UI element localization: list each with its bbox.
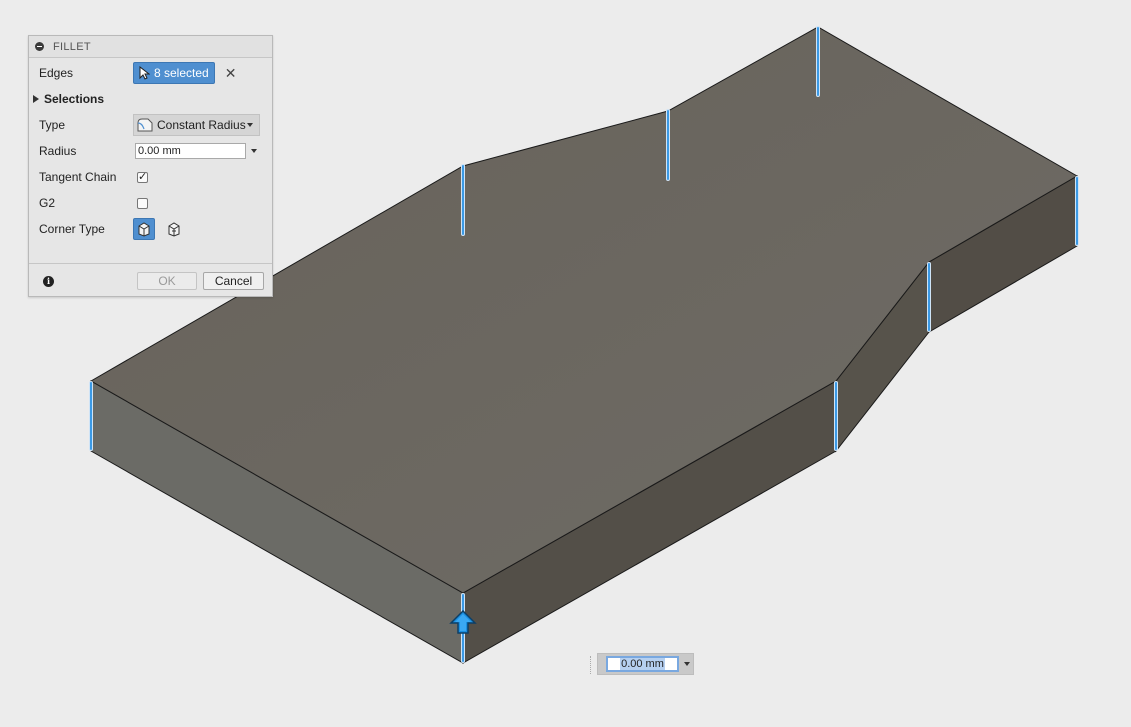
dialog-title: FILLET [53, 40, 91, 53]
expand-triangle-icon[interactable] [33, 95, 39, 103]
setback-corner-icon [168, 222, 180, 237]
drag-grip[interactable] [590, 656, 593, 674]
cursor-icon [139, 66, 150, 80]
dialog-footer: i OK Cancel [29, 263, 272, 297]
dropdown-arrow-icon [247, 123, 253, 127]
floating-dropdown-arrow-icon[interactable] [684, 662, 690, 666]
edges-label: Edges [39, 66, 74, 80]
tangent-chain-label: Tangent Chain [39, 170, 117, 184]
tangent-chain-row: Tangent Chain [29, 166, 272, 188]
setback-corner-button[interactable] [163, 218, 185, 240]
selections-label[interactable]: Selections [44, 92, 104, 106]
dialog-header: FILLET [29, 36, 272, 58]
corner-type-row: Corner Type [29, 218, 272, 240]
clear-selection-icon[interactable]: ✕ [225, 65, 237, 82]
edges-selection-button[interactable]: 8 selected [133, 62, 215, 84]
info-icon[interactable]: i [43, 276, 54, 287]
radius-input[interactable] [135, 143, 246, 159]
constant-radius-icon [137, 118, 153, 132]
tangent-chain-checkbox[interactable] [137, 170, 148, 183]
radius-label: Radius [39, 144, 77, 158]
corner-type-label: Corner Type [39, 222, 105, 236]
floating-radius-value: 0.00 mm [620, 658, 665, 670]
type-row: Type Constant Radius [29, 114, 272, 136]
ok-button[interactable]: OK [137, 272, 197, 290]
rolling-ball-corner-button[interactable] [133, 218, 155, 240]
floating-radius-input[interactable]: 0.00 mm [590, 653, 694, 675]
g2-label: G2 [39, 196, 56, 210]
radius-dropdown-arrow-icon[interactable] [251, 149, 257, 153]
fillet-dialog: FILLET Edges 8 selected ✕ Selections Typ… [28, 35, 273, 297]
cancel-button[interactable]: Cancel [203, 272, 264, 290]
floating-radius-field[interactable]: 0.00 mm [606, 656, 679, 672]
collapse-icon[interactable] [35, 42, 44, 51]
type-value: Constant Radius [157, 118, 246, 132]
type-dropdown[interactable]: Constant Radius [133, 114, 260, 136]
selections-section[interactable]: Selections [29, 88, 272, 110]
type-label: Type [39, 118, 66, 132]
edges-row: Edges 8 selected ✕ [29, 62, 272, 84]
radius-row: Radius [29, 140, 272, 162]
edges-selection-count: 8 selected [154, 66, 209, 80]
rolling-ball-corner-icon [138, 222, 150, 237]
g2-checkbox[interactable] [137, 197, 148, 209]
g2-row: G2 [29, 192, 272, 214]
